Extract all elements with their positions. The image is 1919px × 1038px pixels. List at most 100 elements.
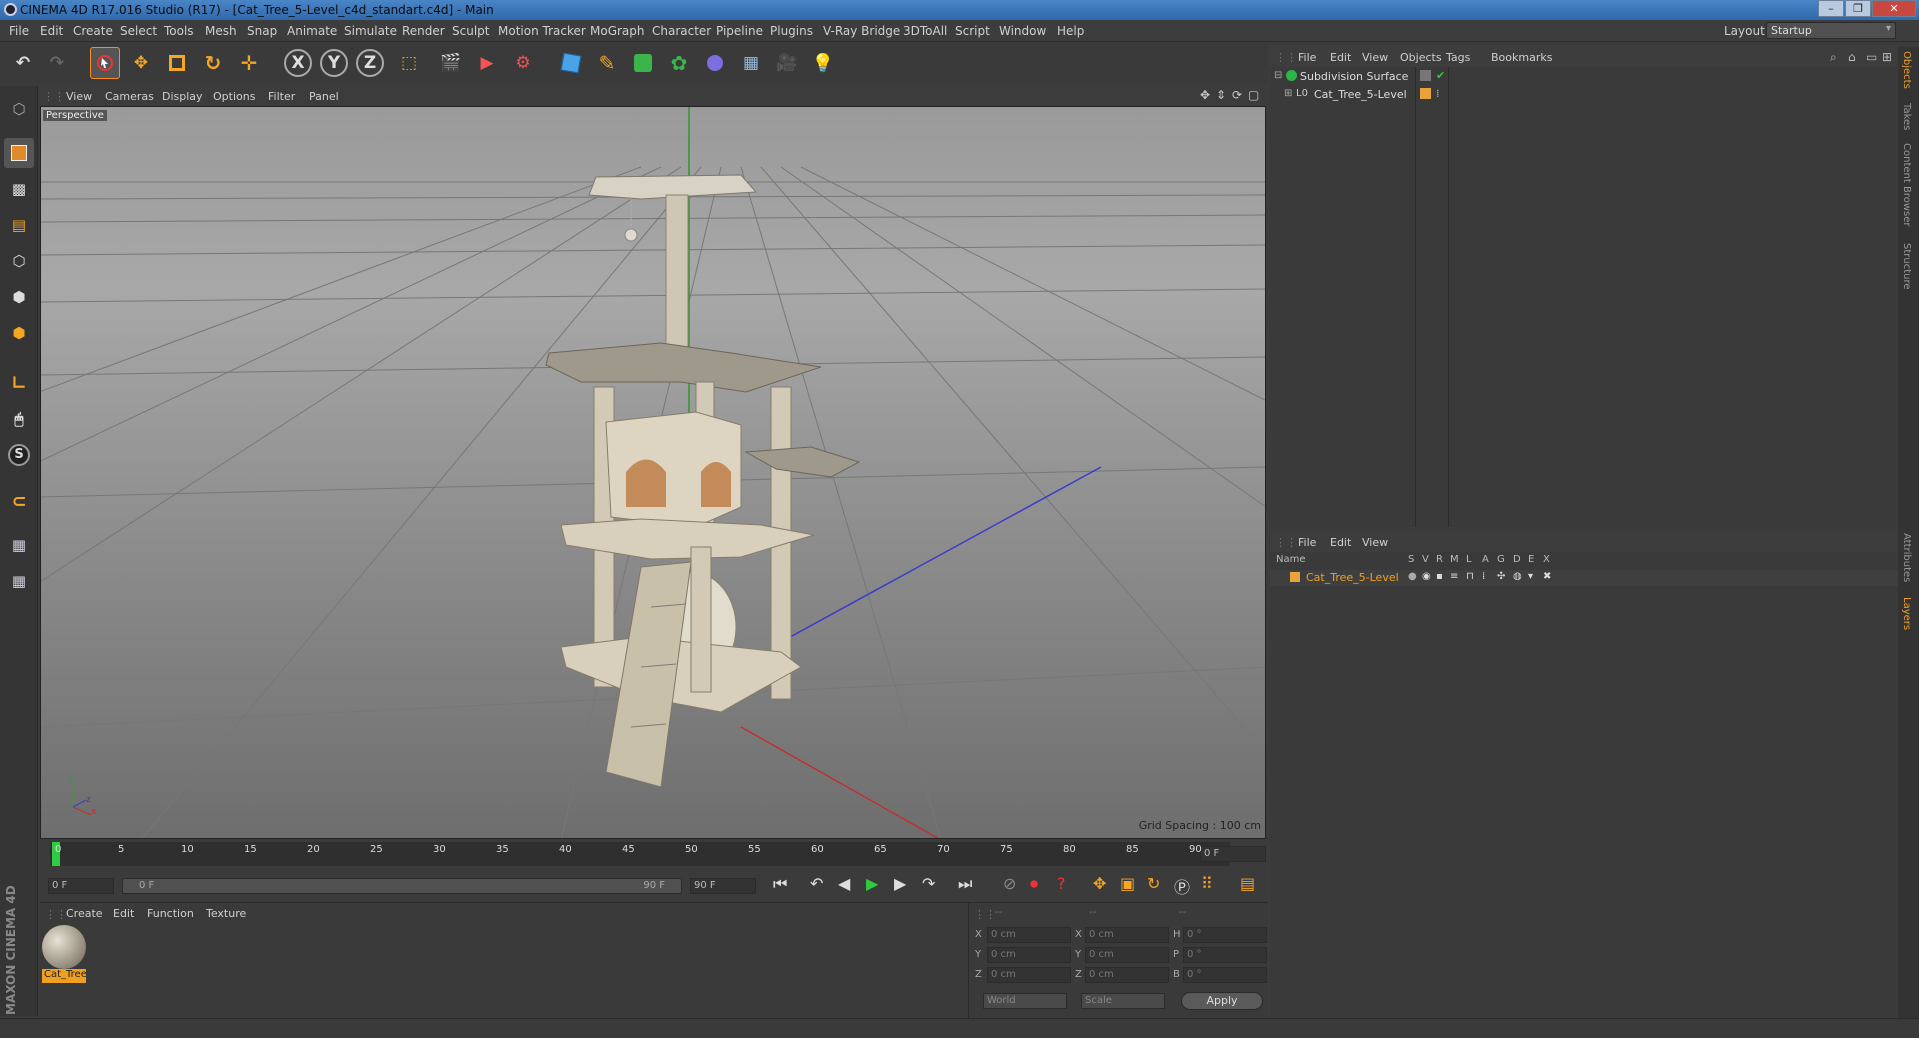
menu-character[interactable]: Character (652, 24, 711, 38)
column-view[interactable]: V (1422, 554, 1429, 565)
locked-workplane-icon[interactable]: ▦ (4, 530, 34, 560)
menu-mograph[interactable]: MoGraph (590, 24, 645, 38)
manager-icon[interactable]: ≡ (1450, 571, 1458, 582)
om-menu-bookmarks[interactable]: Bookmarks (1491, 51, 1552, 64)
size-y-field[interactable]: 0 cm (1085, 947, 1169, 963)
record-active-objects-icon[interactable]: ⏺ (1030, 874, 1038, 894)
edges-mode-icon[interactable]: ⬢ (4, 282, 34, 312)
om-menu-edit[interactable]: Edit (1330, 51, 1351, 64)
scale-tool-icon[interactable] (162, 47, 192, 79)
model-mode-icon[interactable] (4, 138, 34, 168)
timeline-ruler[interactable]: 0 F 0 5 10 15 20 25 30 35 40 45 50 55 60 65 70 75 80 85 90 (40, 840, 1268, 870)
undo-icon[interactable]: ↶ (8, 47, 38, 79)
rotate-tool-icon[interactable]: ↻ (198, 47, 228, 79)
rotation-p-field[interactable]: 0 ° (1183, 947, 1267, 963)
material-preview-ball[interactable] (42, 925, 86, 969)
om-menu-tags[interactable]: Tags (1446, 51, 1470, 64)
frame-range-slider[interactable]: 0 F 90 F (122, 878, 682, 894)
cloner-icon[interactable]: ✿ (664, 47, 694, 79)
spline-pen-icon[interactable]: ✎ (592, 47, 622, 79)
home-icon[interactable]: ⌂ (1848, 50, 1856, 64)
light-bulb-icon[interactable]: 💡 (808, 47, 838, 79)
menu-snap[interactable]: Snap (247, 24, 277, 38)
enabled-check-icon[interactable]: ✔ (1436, 69, 1445, 82)
object-row[interactable]: ⊞ L0 Cat_Tree_5-Level ⁞ (1270, 87, 1898, 103)
animation-icon[interactable]: ⁞ (1482, 571, 1485, 582)
go-to-start-icon[interactable]: ⏮ (773, 874, 787, 894)
om-menu-view[interactable]: View (1362, 51, 1388, 64)
planar-workplane-icon[interactable]: ▦ (4, 566, 34, 596)
rotation-h-field[interactable]: 0 ° (1183, 927, 1267, 943)
eye-icon[interactable]: ◉ (1422, 571, 1431, 582)
lm-menu-view[interactable]: View (1362, 536, 1388, 549)
menu-sculpt[interactable]: Sculpt (452, 24, 489, 38)
material-menu-edit[interactable]: Edit (113, 907, 134, 920)
size-z-field[interactable]: 0 cm (1085, 967, 1169, 983)
zoom-view-icon[interactable]: ⇕ (1216, 88, 1226, 102)
render-view-icon[interactable]: 🎬 (436, 47, 466, 79)
end-frame-field[interactable]: 90 F (690, 878, 756, 894)
material-menu-create[interactable]: Create (66, 907, 103, 920)
viewport-menu-options[interactable]: Options (213, 90, 255, 103)
deformer-icon[interactable]: ◍ (1513, 571, 1522, 582)
column-render[interactable]: R (1436, 554, 1443, 565)
position-y-field[interactable]: 0 cm (987, 947, 1071, 963)
minimize-panel-icon[interactable]: ▭ (1866, 50, 1877, 64)
expand-panel-icon[interactable]: ⊞ (1882, 50, 1892, 64)
tab-objects[interactable]: Objects (1901, 51, 1912, 89)
menu-select[interactable]: Select (120, 24, 157, 38)
collapse-icon[interactable]: ⊟ (1274, 70, 1282, 81)
menu-pipeline[interactable]: Pipeline (716, 24, 763, 38)
current-frame-field[interactable]: 0 F (1200, 846, 1266, 862)
start-frame-field[interactable]: 0 F (48, 878, 114, 894)
size-x-field[interactable]: 0 cm (1085, 927, 1169, 943)
menu-create[interactable]: Create (73, 24, 113, 38)
solo-icon[interactable]: ● (1408, 571, 1417, 582)
render-settings-icon[interactable]: ⚙ (508, 47, 538, 79)
x-axis-lock-button[interactable]: X (284, 49, 312, 77)
position-z-field[interactable]: 0 cm (987, 967, 1071, 983)
lm-menu-file[interactable]: File (1298, 536, 1316, 549)
go-to-previous-key-icon[interactable]: ↶ (810, 874, 823, 893)
maximize-view-icon[interactable]: ▢ (1248, 88, 1259, 102)
layout-dropdown[interactable]: Startup ▾ (1766, 22, 1896, 39)
viewport-menu-panel[interactable]: Panel (309, 90, 339, 103)
layer-row[interactable]: Cat_Tree_5-Level ● ◉ ▪ ≡ ⊓ ⁞ ✣ ◍ ▾ ✖ (1270, 570, 1898, 586)
tab-content-browser[interactable]: Content Browser (1901, 143, 1912, 226)
layer-swatch-icon[interactable] (1420, 88, 1431, 99)
perspective-viewport[interactable]: Perspective y x z Grid Spacing : 100 cm (40, 106, 1266, 839)
go-to-next-key-icon[interactable]: ↷ (922, 874, 935, 893)
lm-menu-edit[interactable]: Edit (1330, 536, 1351, 549)
menu-window[interactable]: Window (999, 24, 1046, 38)
menu-animate[interactable]: Animate (287, 24, 337, 38)
subdivision-surface-icon[interactable] (628, 47, 658, 79)
menu-simulate[interactable]: Simulate (344, 24, 397, 38)
menu-mesh[interactable]: Mesh (205, 24, 237, 38)
axis-mode-icon[interactable]: ∟ (4, 368, 34, 398)
deformer-icon[interactable] (700, 47, 730, 79)
menu-script[interactable]: Script (955, 24, 990, 38)
expression-icon[interactable]: ▾ (1528, 571, 1533, 582)
minimize-button[interactable]: – (1818, 0, 1844, 17)
timeline-window-icon[interactable]: ▤ (1240, 874, 1255, 893)
world-coordinates-icon[interactable]: ⬚ (394, 47, 424, 79)
layer-color-swatch[interactable] (1290, 572, 1300, 582)
search-icon[interactable]: ⌕ (1830, 50, 1837, 65)
expand-icon[interactable]: ⊞ (1284, 88, 1292, 99)
motion-record-icon[interactable]: ⊘ (1003, 874, 1016, 893)
coordinate-system-dropdown[interactable]: World (983, 993, 1067, 1009)
object-name[interactable]: Cat_Tree_5-Level (1314, 88, 1407, 101)
step-forward-icon[interactable]: ▶ (894, 874, 906, 893)
material-menu-function[interactable]: Function (147, 907, 194, 920)
menu-3dtoall[interactable]: 3DToAll (903, 24, 947, 38)
position-x-field[interactable]: 0 cm (987, 927, 1071, 943)
key-parameter-icon[interactable]: Ⓟ (1174, 874, 1190, 898)
camera-icon[interactable]: 🎥 (772, 47, 802, 79)
lock-icon[interactable]: ⊓ (1466, 571, 1474, 582)
snapping-icon[interactable]: S (4, 440, 34, 470)
column-deformers[interactable]: D (1513, 554, 1521, 565)
rotation-b-field[interactable]: 0 ° (1183, 967, 1267, 983)
visibility-dots-icon[interactable]: ⁞ (1436, 87, 1440, 100)
go-to-end-icon[interactable]: ⏭ (958, 874, 972, 894)
rotate-view-icon[interactable]: ⟳ (1232, 88, 1242, 102)
